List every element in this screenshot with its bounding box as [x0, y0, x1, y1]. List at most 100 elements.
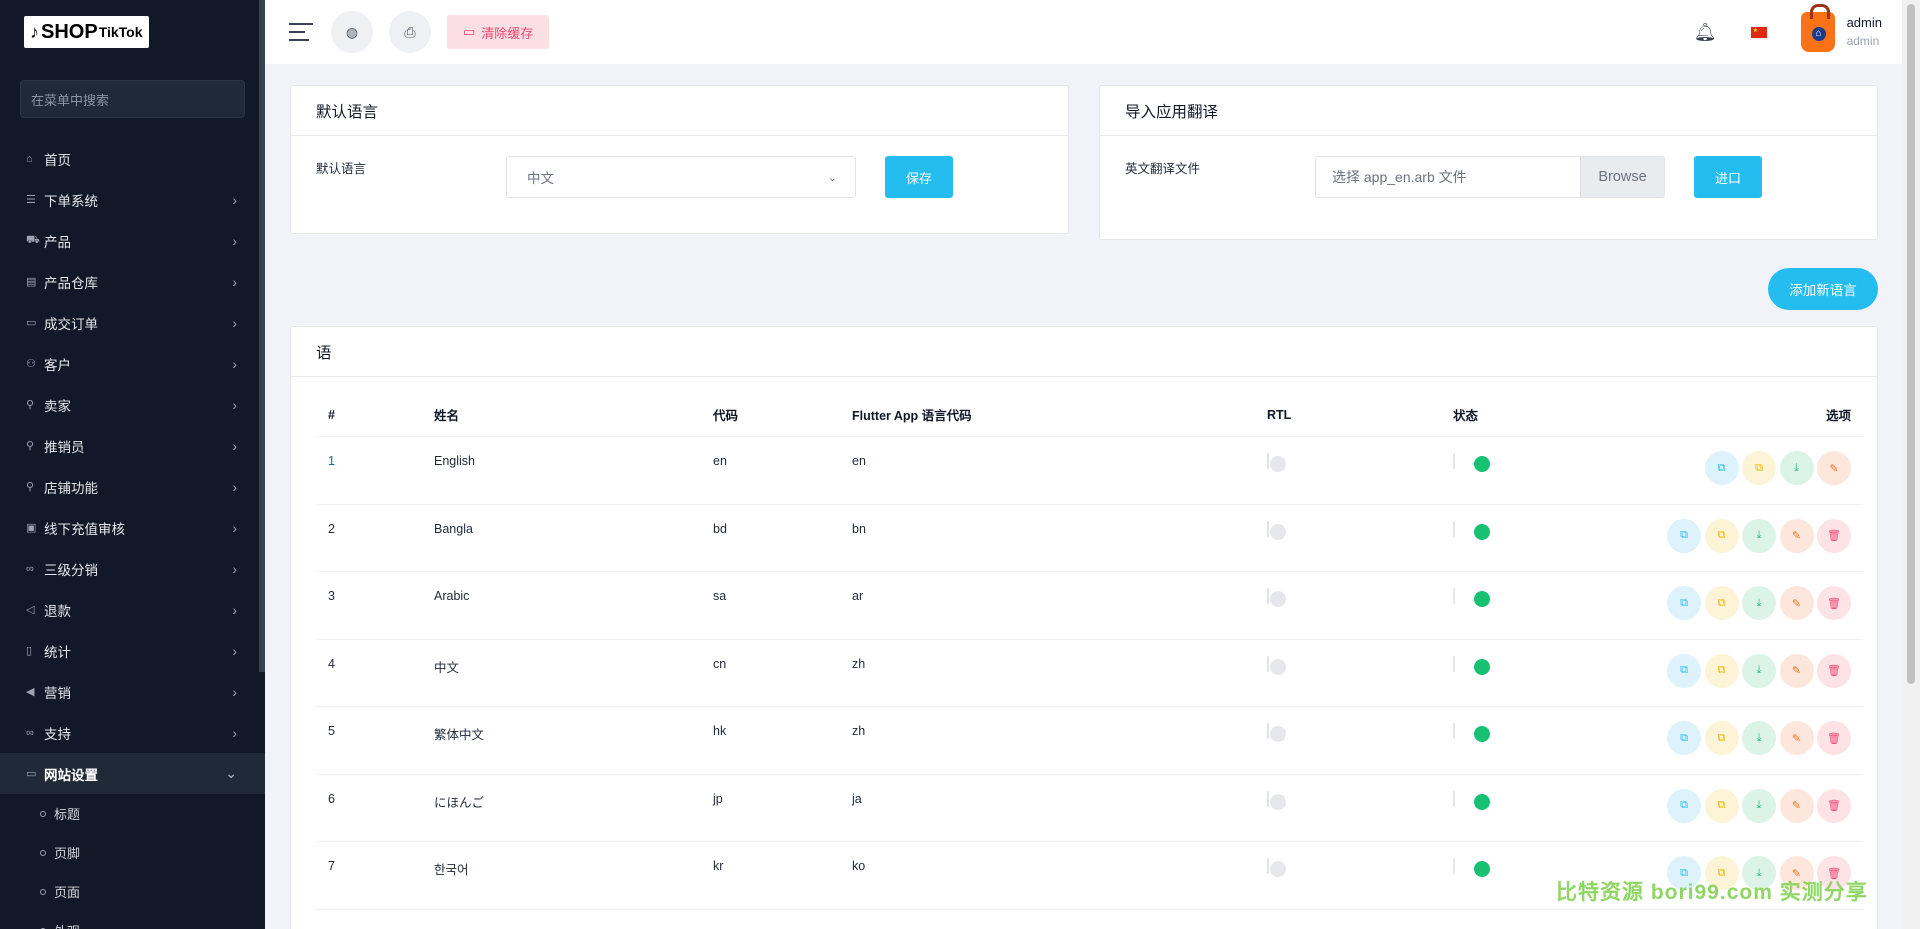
- sidebar-subitem-footer[interactable]: 页脚: [0, 833, 265, 872]
- sidebar-subitem-appearance[interactable]: 外观: [0, 911, 265, 929]
- language-code: kr: [713, 859, 724, 873]
- edit-button[interactable]: ✎: [1779, 788, 1814, 823]
- sidebar-item-order-system[interactable]: ☰ 下单系统 ›: [0, 179, 265, 220]
- delete-button[interactable]: 🗑︎: [1817, 586, 1851, 620]
- copy-button[interactable]: ⧉: [1667, 721, 1701, 755]
- avatar[interactable]: [1800, 4, 1835, 52]
- sidebar-item-label: 网站设置: [44, 767, 98, 783]
- col-header-code: 代码: [713, 409, 739, 423]
- status-toggle[interactable]: [1453, 858, 1455, 874]
- scrollbar-thumb[interactable]: [1907, 4, 1915, 684]
- duplicate-button[interactable]: ⧉: [1704, 721, 1739, 755]
- status-toggle[interactable]: [1453, 655, 1455, 672]
- add-language-button[interactable]: 添加新语言: [1768, 268, 1878, 310]
- sidebar-item-sellers[interactable]: ⚲ 卖家 ›: [0, 384, 265, 425]
- duplicate-button[interactable]: ⧉: [1742, 451, 1776, 485]
- default-language-select[interactable]: 中文 ⌄: [506, 156, 856, 198]
- sidebar-subitem-pages[interactable]: 页面: [0, 872, 265, 911]
- sidebar-item-website-settings[interactable]: ▭ 网站设置 ⌄: [0, 753, 265, 794]
- sidebar-item-distribution[interactable]: ∞ 三级分销 ›: [0, 548, 265, 589]
- browse-button[interactable]: Browse: [1580, 157, 1664, 197]
- edit-icon: ✎: [1791, 597, 1802, 610]
- rtl-toggle[interactable]: [1267, 453, 1269, 469]
- logo[interactable]: ♪ SHOP TikTok: [0, 0, 265, 64]
- sidebar-item-offline-recharge[interactable]: ▣ 线下充值审核 ›: [0, 507, 265, 548]
- copy-icon: ⧉: [1680, 799, 1688, 811]
- edit-button[interactable]: ✎: [1817, 451, 1851, 485]
- rtl-toggle[interactable]: [1267, 858, 1269, 874]
- status-toggle[interactable]: [1453, 588, 1455, 604]
- rtl-toggle[interactable]: [1267, 588, 1269, 604]
- sidebar-item-orders[interactable]: ▭ 成交订单 ›: [0, 302, 265, 343]
- download-button[interactable]: ⤓: [1742, 586, 1776, 620]
- card-title: 语: [291, 327, 1877, 377]
- delete-button[interactable]: 🗑︎: [1817, 653, 1851, 688]
- user-info[interactable]: admin admin: [1847, 14, 1882, 50]
- download-icon: ⤓: [1756, 596, 1762, 609]
- duplicate-button[interactable]: ⧉: [1704, 788, 1739, 823]
- sidebar-item-support[interactable]: ∞ 支持 ›: [0, 712, 265, 753]
- download-button[interactable]: ⤓: [1742, 653, 1776, 688]
- sidebar-item-products[interactable]: ⛟ 产品 ›: [0, 220, 265, 261]
- globe-button[interactable]: ◍: [331, 11, 373, 53]
- edit-button[interactable]: ✎: [1779, 518, 1814, 553]
- rtl-toggle[interactable]: [1267, 790, 1269, 807]
- translation-file-input[interactable]: 选择 app_en.arb 文件 Browse: [1315, 156, 1665, 198]
- sidebar-item-customers[interactable]: ⚇ 客户 ›: [0, 343, 265, 384]
- edit-button[interactable]: ✎: [1779, 653, 1814, 688]
- status-toggle[interactable]: [1453, 790, 1455, 807]
- copy-button[interactable]: ⧉: [1667, 518, 1701, 553]
- row-number: 5: [328, 724, 335, 738]
- duplicate-button[interactable]: ⧉: [1704, 586, 1739, 620]
- sidebar-scrollbar[interactable]: [259, 0, 265, 672]
- print-button[interactable]: ⎙: [389, 11, 431, 53]
- copy-button[interactable]: ⧉: [1667, 586, 1701, 620]
- delete-button[interactable]: 🗑︎: [1817, 788, 1851, 823]
- sidebar-item-statistics[interactable]: ▯ 统计 ›: [0, 630, 265, 671]
- rtl-toggle[interactable]: [1267, 655, 1269, 672]
- tiktok-icon: ♪: [30, 21, 39, 42]
- sidebar-item-shop-features[interactable]: ⚲ 店铺功能 ›: [0, 466, 265, 507]
- rtl-toggle[interactable]: [1267, 723, 1269, 739]
- bell-icon[interactable]: 🔔︎: [1694, 22, 1717, 43]
- rtl-toggle[interactable]: [1267, 520, 1269, 537]
- sidebar-item-marketing[interactable]: ◀ 营销 ›: [0, 671, 265, 712]
- copy-button[interactable]: ⧉: [1667, 653, 1701, 688]
- status-toggle[interactable]: [1453, 453, 1455, 469]
- duplicate-button[interactable]: ⧉: [1704, 653, 1739, 688]
- sidebar-item-label: 线下充值审核: [44, 521, 125, 537]
- sidebar-item-refunds[interactable]: ◁ 退款 ›: [0, 589, 265, 630]
- sidebar-item-warehouse[interactable]: ▤ 产品仓库 ›: [0, 261, 265, 302]
- status-toggle[interactable]: [1453, 723, 1455, 739]
- download-button[interactable]: ⤓: [1742, 518, 1776, 553]
- download-button[interactable]: ⤓: [1779, 451, 1814, 485]
- delete-button[interactable]: 🗑︎: [1817, 518, 1851, 553]
- menu-search-input[interactable]: 在菜单中搜索: [20, 80, 245, 118]
- page-scrollbar[interactable]: [1902, 0, 1920, 929]
- menu-toggle-icon[interactable]: [289, 23, 313, 41]
- sidebar-subitem-header[interactable]: 标题: [0, 794, 265, 833]
- clear-cache-button[interactable]: ▭ 清除缓存: [447, 15, 550, 49]
- row-options: ⧉ ⧉ ⤓ ✎ 🗑︎: [1664, 788, 1851, 823]
- duplicate-button[interactable]: ⧉: [1704, 518, 1739, 553]
- edit-button[interactable]: ✎: [1779, 586, 1814, 620]
- download-icon: ⤓: [1794, 461, 1799, 474]
- download-button[interactable]: ⤓: [1742, 788, 1776, 823]
- sidebar-item-home[interactable]: ⌂ 首页: [0, 138, 265, 179]
- china-flag-icon[interactable]: [1750, 26, 1767, 38]
- import-button[interactable]: 进口: [1694, 156, 1762, 198]
- menu-search-placeholder: 在菜单中搜索: [31, 92, 110, 108]
- chevron-down-icon: ⌄: [827, 171, 837, 184]
- save-button[interactable]: 保存: [885, 156, 953, 198]
- status-toggle[interactable]: [1453, 520, 1455, 537]
- trash-icon: 🗑︎: [1827, 597, 1841, 610]
- delete-button[interactable]: 🗑︎: [1817, 721, 1851, 755]
- copy-button[interactable]: ⧉: [1667, 788, 1701, 823]
- edit-button[interactable]: ✎: [1779, 721, 1814, 755]
- cart-icon: ⛟: [26, 233, 40, 246]
- copy-button[interactable]: ⧉: [1704, 451, 1739, 485]
- language-code: bd: [713, 521, 727, 536]
- sidebar-item-salesmen[interactable]: ⚲ 推销员 ›: [0, 425, 265, 466]
- sidebar-item-label: 首页: [44, 152, 71, 168]
- download-button[interactable]: ⤓: [1742, 721, 1776, 755]
